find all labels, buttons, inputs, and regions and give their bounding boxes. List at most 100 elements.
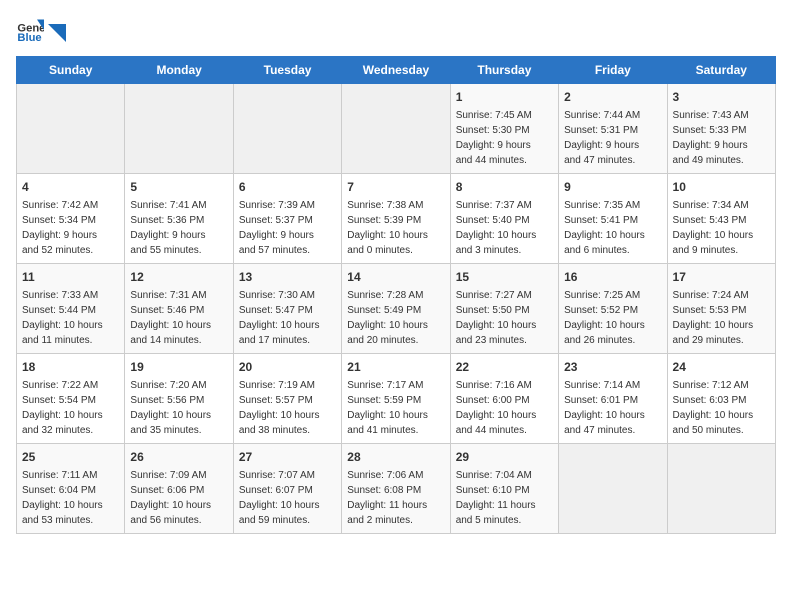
day-info: Sunrise: 7:43 AMSunset: 5:33 PMDaylight:… — [673, 108, 770, 168]
calendar-cell: 22 Sunrise: 7:16 AMSunset: 6:00 PMDayligh… — [450, 354, 558, 444]
day-header-friday: Friday — [559, 57, 667, 84]
day-number: 24 — [673, 358, 770, 376]
day-number: 4 — [22, 178, 119, 196]
day-info: Sunrise: 7:28 AMSunset: 5:49 PMDaylight:… — [347, 288, 444, 348]
week-row-4: 18 Sunrise: 7:22 AMSunset: 5:54 PMDayligh… — [17, 354, 776, 444]
calendar-cell: 27Sunrise: 7:07 AMSunset: 6:07 PMDayligh… — [233, 444, 341, 534]
calendar-cell: 21 Sunrise: 7:17 AMSunset: 5:59 PMDayligh… — [342, 354, 450, 444]
day-number: 20 — [239, 358, 336, 376]
day-number: 26 — [130, 448, 227, 466]
calendar-cell: 14 Sunrise: 7:28 AMSunset: 5:49 PMDayligh… — [342, 264, 450, 354]
day-info: Sunrise: 7:11 AMSunset: 6:04 PMDaylight:… — [22, 468, 119, 528]
day-number: 22 — [456, 358, 553, 376]
day-info: Sunrise: 7:14 AMSunset: 6:01 PMDaylight:… — [564, 378, 661, 438]
calendar-cell: 15 Sunrise: 7:27 AMSunset: 5:50 PMDayligh… — [450, 264, 558, 354]
day-info: Sunrise: 7:31 AMSunset: 5:46 PMDaylight:… — [130, 288, 227, 348]
day-info: Sunrise: 7:09 AMSunset: 6:06 PMDaylight:… — [130, 468, 227, 528]
calendar-cell: 24 Sunrise: 7:12 AMSunset: 6:03 PMDayligh… — [667, 354, 775, 444]
calendar-cell: 18 Sunrise: 7:22 AMSunset: 5:54 PMDayligh… — [17, 354, 125, 444]
day-number: 10 — [673, 178, 770, 196]
day-number: 14 — [347, 268, 444, 286]
calendar-cell: 8 Sunrise: 7:37 AMSunset: 5:40 PMDaylight… — [450, 174, 558, 264]
day-number: 17 — [673, 268, 770, 286]
calendar-cell: 6Sunrise: 7:39 AMSunset: 5:37 PMDaylight… — [233, 174, 341, 264]
logo-triangle-icon — [48, 24, 66, 42]
day-info: Sunrise: 7:17 AMSunset: 5:59 PMDaylight:… — [347, 378, 444, 438]
calendar-cell: 1 Sunrise: 7:45 AMSunset: 5:30 PMDaylight… — [450, 84, 558, 174]
logo-icon: General Blue — [16, 16, 44, 44]
day-info: Sunrise: 7:06 AMSunset: 6:08 PMDaylight:… — [347, 468, 444, 528]
day-number: 15 — [456, 268, 553, 286]
day-number: 5 — [130, 178, 227, 196]
day-info: Sunrise: 7:12 AMSunset: 6:03 PMDaylight:… — [673, 378, 770, 438]
day-number: 19 — [130, 358, 227, 376]
day-info: Sunrise: 7:45 AMSunset: 5:30 PMDaylight:… — [456, 108, 553, 168]
calendar-cell: 17 Sunrise: 7:24 AMSunset: 5:53 PMDayligh… — [667, 264, 775, 354]
day-info: Sunrise: 7:30 AMSunset: 5:47 PMDaylight:… — [239, 288, 336, 348]
header: General Blue — [16, 16, 776, 44]
day-number: 2 — [564, 88, 661, 106]
day-info: Sunrise: 7:04 AMSunset: 6:10 PMDaylight:… — [456, 468, 553, 528]
calendar-cell: 4 Sunrise: 7:42 AMSunset: 5:34 PMDaylight… — [17, 174, 125, 264]
logo: General Blue — [16, 16, 66, 44]
day-info: Sunrise: 7:27 AMSunset: 5:50 PMDaylight:… — [456, 288, 553, 348]
calendar-cell: 5 Sunrise: 7:41 AMSunset: 5:36 PMDaylight… — [125, 174, 233, 264]
week-row-2: 4 Sunrise: 7:42 AMSunset: 5:34 PMDaylight… — [17, 174, 776, 264]
day-info: Sunrise: 7:38 AMSunset: 5:39 PMDaylight:… — [347, 198, 444, 258]
day-number: 6 — [239, 178, 336, 196]
day-info: Sunrise: 7:42 AMSunset: 5:34 PMDaylight:… — [22, 198, 119, 258]
day-header-wednesday: Wednesday — [342, 57, 450, 84]
day-header-sunday: Sunday — [17, 57, 125, 84]
calendar-cell: 28 Sunrise: 7:06 AMSunset: 6:08 PMDayligh… — [342, 444, 450, 534]
week-row-3: 11 Sunrise: 7:33 AMSunset: 5:44 PMDayligh… — [17, 264, 776, 354]
day-info: Sunrise: 7:19 AMSunset: 5:57 PMDaylight:… — [239, 378, 336, 438]
calendar-cell: 25 Sunrise: 7:11 AMSunset: 6:04 PMDayligh… — [17, 444, 125, 534]
calendar-cell: 16Sunrise: 7:25 AMSunset: 5:52 PMDayligh… — [559, 264, 667, 354]
day-header-monday: Monday — [125, 57, 233, 84]
svg-text:Blue: Blue — [17, 32, 41, 44]
day-info: Sunrise: 7:25 AMSunset: 5:52 PMDaylight:… — [564, 288, 661, 348]
day-info: Sunrise: 7:07 AMSunset: 6:07 PMDaylight:… — [239, 468, 336, 528]
day-info: Sunrise: 7:41 AMSunset: 5:36 PMDaylight:… — [130, 198, 227, 258]
day-info: Sunrise: 7:33 AMSunset: 5:44 PMDaylight:… — [22, 288, 119, 348]
day-number: 28 — [347, 448, 444, 466]
day-number: 18 — [22, 358, 119, 376]
calendar-cell: 13Sunrise: 7:30 AMSunset: 5:47 PMDayligh… — [233, 264, 341, 354]
day-info: Sunrise: 7:44 AMSunset: 5:31 PMDaylight:… — [564, 108, 661, 168]
day-header-thursday: Thursday — [450, 57, 558, 84]
day-number: 1 — [456, 88, 553, 106]
calendar-cell — [17, 84, 125, 174]
day-number: 11 — [22, 268, 119, 286]
calendar-cell: 19 Sunrise: 7:20 AMSunset: 5:56 PMDayligh… — [125, 354, 233, 444]
day-info: Sunrise: 7:22 AMSunset: 5:54 PMDaylight:… — [22, 378, 119, 438]
calendar-cell: 3 Sunrise: 7:43 AMSunset: 5:33 PMDaylight… — [667, 84, 775, 174]
day-info: Sunrise: 7:37 AMSunset: 5:40 PMDaylight:… — [456, 198, 553, 258]
calendar-cell — [342, 84, 450, 174]
day-header-tuesday: Tuesday — [233, 57, 341, 84]
calendar-cell: 29Sunrise: 7:04 AMSunset: 6:10 PMDayligh… — [450, 444, 558, 534]
calendar-table: SundayMondayTuesdayWednesdayThursdayFrid… — [16, 56, 776, 534]
calendar-cell: 20 Sunrise: 7:19 AMSunset: 5:57 PMDayligh… — [233, 354, 341, 444]
week-row-1: 1 Sunrise: 7:45 AMSunset: 5:30 PMDaylight… — [17, 84, 776, 174]
calendar-cell: 9Sunrise: 7:35 AMSunset: 5:41 PMDaylight… — [559, 174, 667, 264]
day-number: 8 — [456, 178, 553, 196]
calendar-cell — [667, 444, 775, 534]
day-info: Sunrise: 7:24 AMSunset: 5:53 PMDaylight:… — [673, 288, 770, 348]
day-number: 25 — [22, 448, 119, 466]
day-number: 7 — [347, 178, 444, 196]
day-info: Sunrise: 7:20 AMSunset: 5:56 PMDaylight:… — [130, 378, 227, 438]
day-info: Sunrise: 7:35 AMSunset: 5:41 PMDaylight:… — [564, 198, 661, 258]
day-number: 21 — [347, 358, 444, 376]
day-header-saturday: Saturday — [667, 57, 775, 84]
days-header-row: SundayMondayTuesdayWednesdayThursdayFrid… — [17, 57, 776, 84]
day-info: Sunrise: 7:34 AMSunset: 5:43 PMDaylight:… — [673, 198, 770, 258]
calendar-cell: 7 Sunrise: 7:38 AMSunset: 5:39 PMDaylight… — [342, 174, 450, 264]
calendar-cell — [233, 84, 341, 174]
calendar-cell: 2 Sunrise: 7:44 AMSunset: 5:31 PMDaylight… — [559, 84, 667, 174]
day-info: Sunrise: 7:16 AMSunset: 6:00 PMDaylight:… — [456, 378, 553, 438]
calendar-cell — [125, 84, 233, 174]
calendar-cell: 10 Sunrise: 7:34 AMSunset: 5:43 PMDayligh… — [667, 174, 775, 264]
calendar-cell: 11 Sunrise: 7:33 AMSunset: 5:44 PMDayligh… — [17, 264, 125, 354]
day-number: 3 — [673, 88, 770, 106]
calendar-cell: 12Sunrise: 7:31 AMSunset: 5:46 PMDayligh… — [125, 264, 233, 354]
